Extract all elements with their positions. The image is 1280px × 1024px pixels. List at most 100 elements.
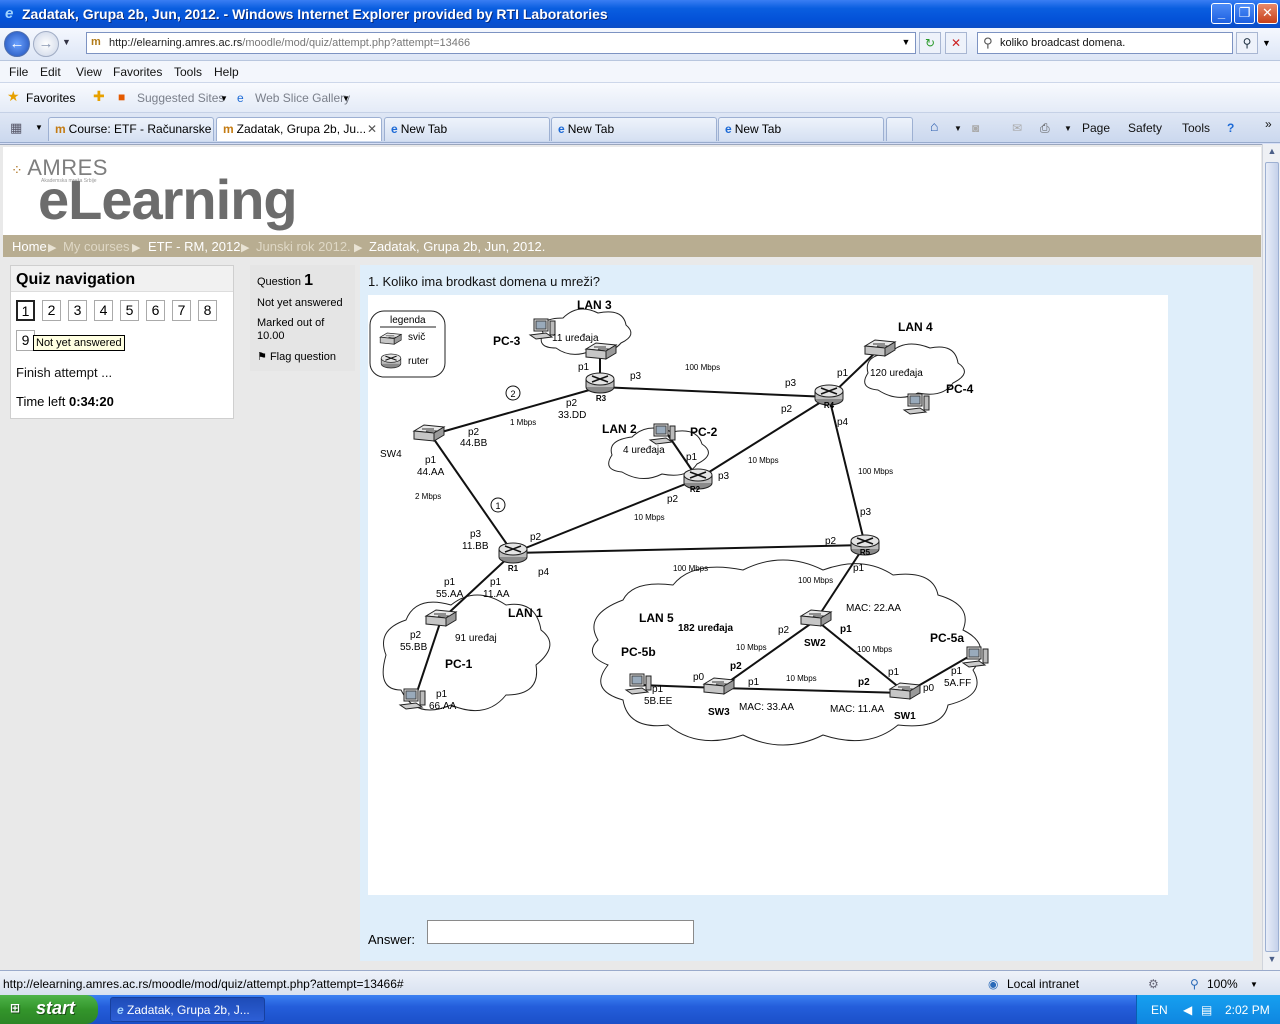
clock[interactable]: 2:02 PM (1225, 1003, 1270, 1017)
menu-favorites[interactable]: Favorites (113, 65, 162, 79)
search-input[interactable]: koliko broadcast domena. (1000, 37, 1125, 49)
favorites-bar: ★ Favorites ✚ ■ Suggested Sites ▼ e Web … (0, 83, 1280, 113)
tray-back-icon[interactable]: ◀ (1183, 1003, 1192, 1017)
pc-label: PC-5b (621, 645, 656, 659)
recent-pages-dropdown-icon[interactable]: ▼ (62, 37, 71, 47)
question-nav-4[interactable]: 4 (94, 300, 113, 321)
answer-input[interactable] (427, 920, 694, 944)
taskbar-ie-window[interactable]: e Zadatak, Grupa 2b, J... (110, 997, 265, 1022)
search-icon[interactable]: ⚲ (1236, 32, 1258, 54)
quiz-navigation-title: Quiz navigation (11, 266, 233, 292)
svg-text:p1: p1 (888, 667, 900, 678)
tab-course[interactable]: m Course: ETF - Računarske ... (48, 117, 214, 141)
ie-tab-icon: e (391, 122, 398, 136)
question-nav-6[interactable]: 6 (146, 300, 165, 321)
lan-name: LAN 4 (898, 320, 933, 334)
question-number-value: 1 (304, 272, 313, 289)
menu-help[interactable]: Help (214, 65, 239, 79)
status-url: http://elearning.amres.ac.rs/moodle/mod/… (3, 977, 404, 991)
elearning-logo[interactable]: eLearning (38, 167, 298, 232)
question-nav-7[interactable]: 7 (172, 300, 191, 321)
maximize-button[interactable]: ❐ (1234, 3, 1255, 24)
breadcrumb-my-courses[interactable]: My courses (63, 239, 129, 254)
safety-menu[interactable]: Safety (1128, 121, 1162, 135)
help-icon[interactable]: ? (1227, 121, 1234, 135)
link-speed: 10 Mbps (634, 513, 665, 522)
link-speed: 1 Mbps (510, 418, 536, 427)
home-dropdown-icon[interactable]: ▼ (954, 124, 962, 133)
menu-view[interactable]: View (76, 65, 102, 79)
minimize-button[interactable]: _ (1211, 3, 1232, 24)
question-nav-1[interactable]: 1 (16, 300, 35, 321)
ie-tab-icon: e (725, 122, 732, 136)
network-tray-icon[interactable]: ▤ (1201, 1003, 1212, 1017)
tab-new-3[interactable]: e New Tab (718, 117, 884, 141)
page-menu[interactable]: Page (1082, 121, 1110, 135)
address-dropdown-icon[interactable]: ▼ (897, 32, 915, 54)
feeds-icon[interactable]: ◙ (972, 121, 979, 135)
breadcrumb-home[interactable]: Home (12, 239, 47, 254)
menu-file[interactable]: File (9, 65, 28, 79)
print-dropdown-icon[interactable]: ▼ (1064, 124, 1072, 133)
network-diagram: legenda svič ruter R1 R2 R3 R4 R5 SW1 SW… (368, 295, 1168, 895)
lan-device-count: 11 uređaja (552, 333, 599, 344)
legend-router-label: ruter (408, 356, 429, 367)
svg-text:55.AA: 55.AA (436, 589, 464, 600)
tab-zadatak[interactable]: m Zadatak, Grupa 2b, Ju... ✕ (216, 117, 382, 141)
svg-text:11.AA: 11.AA (483, 589, 510, 600)
svg-text:p3: p3 (785, 378, 797, 389)
back-button[interactable]: ← (4, 31, 30, 57)
svg-text:p1: p1 (837, 368, 849, 379)
print-icon[interactable]: ⎙ (1040, 121, 1050, 136)
search-box[interactable]: ⚲ koliko broadcast domena. (977, 32, 1233, 54)
suggested-sites-button[interactable]: Suggested Sites (137, 91, 224, 105)
language-indicator[interactable]: EN (1151, 1003, 1168, 1017)
finish-attempt-link[interactable]: Finish attempt ... (16, 365, 112, 380)
zoom-level[interactable]: 100% (1207, 977, 1238, 991)
vertical-scrollbar[interactable]: ▲ ▼ (1262, 144, 1280, 970)
security-zone[interactable]: Local intranet (1007, 977, 1079, 991)
suggested-dropdown-icon[interactable]: ▼ (220, 94, 228, 103)
tab-new-1[interactable]: e New Tab (384, 117, 550, 141)
web-slice-gallery-button[interactable]: Web Slice Gallery (255, 91, 350, 105)
tools-menu[interactable]: Tools (1182, 121, 1210, 135)
question-nav-3[interactable]: 3 (68, 300, 87, 321)
mail-icon[interactable]: ✉ (1012, 121, 1022, 135)
add-favorite-icon[interactable]: ✚ (93, 88, 105, 105)
lan-device-count: 91 uređaj (455, 633, 497, 644)
stop-icon[interactable]: ✕ (945, 32, 967, 54)
web-slice-dropdown-icon[interactable]: ▼ (342, 94, 350, 103)
window-title-bar[interactable]: e Zadatak, Grupa 2b, Jun, 2012. - Window… (0, 0, 1280, 28)
flag-question-button[interactable]: ⚑ Flag question (257, 350, 336, 363)
svg-text:44.AA: 44.AA (417, 467, 445, 478)
address-bar[interactable]: m http://elearning.amres.ac.rs/moodle/mo… (86, 32, 916, 54)
breadcrumb-course[interactable]: ETF - RM, 2012 (148, 239, 240, 254)
search-options-icon[interactable]: ▼ (1262, 38, 1271, 48)
start-button[interactable]: ⊞ start (0, 995, 98, 1024)
question-nav-2[interactable]: 2 (42, 300, 61, 321)
svg-text:5A.FF: 5A.FF (944, 678, 971, 689)
scrollbar-thumb[interactable] (1265, 162, 1279, 952)
tab-list-dropdown-icon[interactable]: ▼ (35, 123, 43, 132)
new-tab-button[interactable] (886, 117, 913, 141)
close-window-button[interactable]: ✕ (1257, 3, 1278, 24)
home-icon[interactable]: ⌂ (930, 118, 938, 134)
close-tab-icon[interactable]: ✕ (367, 122, 377, 136)
quick-tabs-icon[interactable]: ▦ (10, 120, 22, 136)
scroll-up-icon[interactable]: ▲ (1265, 146, 1279, 160)
question-info: Question 1 Not yet answered Marked out o… (250, 265, 355, 371)
scroll-down-icon[interactable]: ▼ (1265, 954, 1279, 968)
menu-edit[interactable]: Edit (40, 65, 61, 79)
breadcrumb-section[interactable]: Junski rok 2012. (256, 239, 351, 254)
refresh-icon[interactable]: ↻ (919, 32, 941, 54)
breadcrumb: Home ▶ My courses ▶ ETF - RM, 2012 ▶ Jun… (3, 235, 1261, 257)
zoom-dropdown-icon[interactable]: ▼ (1250, 980, 1258, 989)
favorites-button[interactable]: Favorites (26, 91, 75, 105)
menu-tools[interactable]: Tools (174, 65, 202, 79)
question-nav-8[interactable]: 8 (198, 300, 217, 321)
forward-button[interactable]: → (33, 31, 59, 57)
more-commands-icon[interactable]: » (1265, 117, 1272, 131)
tab-new-2[interactable]: e New Tab (551, 117, 717, 141)
question-nav-5[interactable]: 5 (120, 300, 139, 321)
protected-mode-icon[interactable]: ⚙ (1148, 977, 1159, 991)
